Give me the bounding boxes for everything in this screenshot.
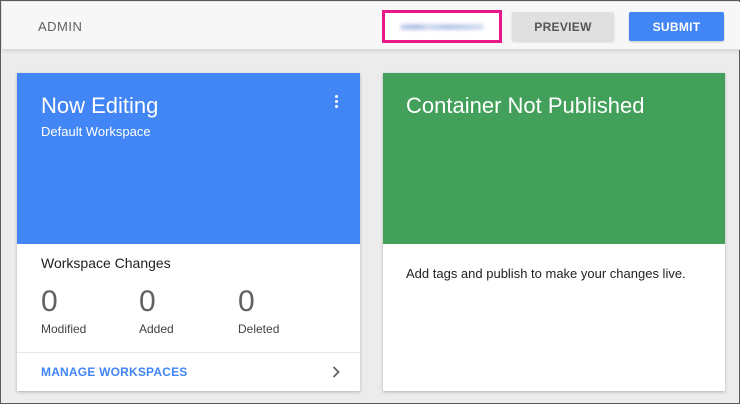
manage-workspaces-link[interactable]: MANAGE WORKSPACES (41, 365, 188, 379)
card-divider (17, 352, 360, 353)
now-editing-title: Now Editing (41, 93, 159, 118)
stat-value: 0 (41, 285, 58, 318)
chevron-right-icon[interactable] (331, 365, 341, 379)
more-vert-icon[interactable] (331, 95, 341, 113)
stat-modified: 0 Modified (41, 285, 86, 336)
stat-label: Modified (41, 322, 87, 336)
stat-label: Deleted (238, 322, 280, 336)
preview-button[interactable]: PREVIEW (512, 12, 614, 41)
workspace-card: Now Editing Default Workspace Workspace … (17, 73, 360, 391)
submit-button[interactable]: SUBMIT (629, 12, 724, 41)
top-bar: ADMIN PREVIEW SUBMIT (2, 2, 740, 50)
blurred-account-name (400, 24, 484, 30)
stat-deleted: 0 Deleted (238, 285, 279, 336)
app-frame: ADMIN PREVIEW SUBMIT Now Editing Default… (0, 0, 740, 404)
container-not-published-title: Container Not Published (406, 93, 645, 118)
stat-added: 0 Added (139, 285, 174, 336)
container-status-card: Container Not Published Add tags and pub… (383, 73, 725, 391)
publish-message: Add tags and publish to make your change… (406, 266, 686, 281)
stat-value: 0 (139, 285, 156, 318)
container-card-header: Container Not Published (383, 73, 725, 244)
workspace-name: Default Workspace (41, 124, 151, 139)
workspace-card-header: Now Editing Default Workspace (17, 73, 360, 244)
account-selector-highlighted[interactable] (382, 10, 502, 43)
stat-label: Added (139, 322, 174, 336)
stat-value: 0 (238, 285, 255, 318)
workspace-changes-heading: Workspace Changes (41, 255, 171, 271)
admin-tab[interactable]: ADMIN (38, 19, 82, 34)
